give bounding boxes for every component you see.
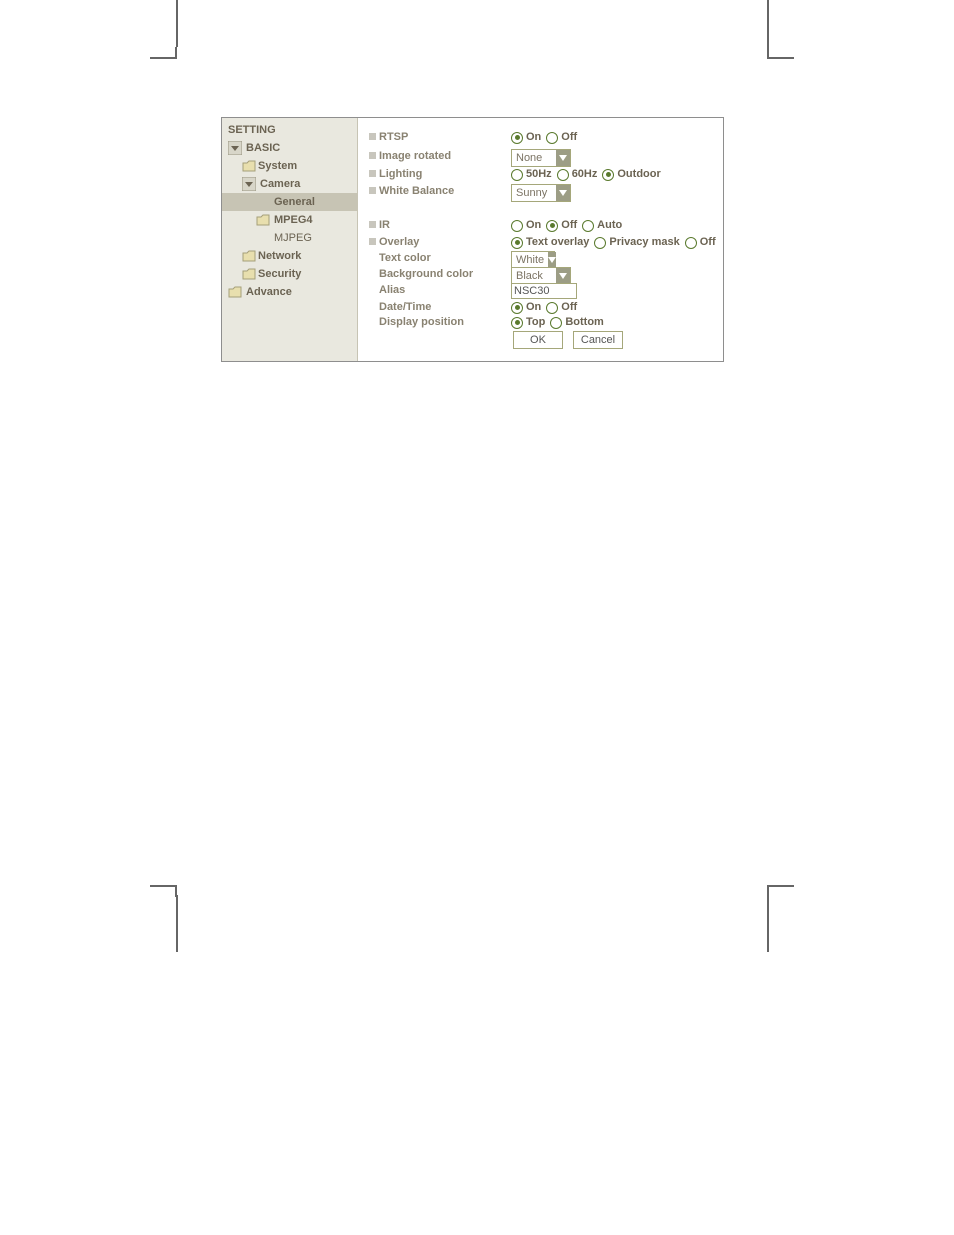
collapse-icon[interactable] bbox=[228, 141, 242, 155]
folder-icon bbox=[242, 249, 256, 263]
datetime-on-radio[interactable]: On bbox=[511, 300, 541, 315]
sidebar-system-label: System bbox=[258, 157, 297, 175]
lighting-outdoor-radio[interactable]: Outdoor bbox=[602, 167, 660, 182]
text-color-label: Text color bbox=[379, 251, 509, 266]
sidebar-advance-label: Advance bbox=[246, 283, 292, 301]
sidebar-item-advance[interactable]: Advance bbox=[222, 283, 357, 301]
sidebar-security-label: Security bbox=[258, 265, 301, 283]
datetime-off-radio[interactable]: Off bbox=[546, 300, 577, 315]
chevron-down-icon bbox=[548, 252, 556, 268]
chevron-down-icon bbox=[556, 150, 570, 166]
bg-color-label: Background color bbox=[379, 267, 509, 282]
overlay-label: Overlay bbox=[369, 235, 499, 250]
sidebar-basic-label: BASIC bbox=[246, 139, 280, 157]
rtsp-on-radio[interactable]: On bbox=[511, 130, 541, 145]
sidebar-network-label: Network bbox=[258, 247, 301, 265]
position-top-radio[interactable]: Top bbox=[511, 315, 545, 330]
settings-panel: SETTING BASIC System Camera General bbox=[221, 117, 724, 362]
sidebar-mjpeg-label: MJPEG bbox=[274, 229, 312, 247]
overlay-text-radio[interactable]: Text overlay bbox=[511, 235, 589, 250]
folder-icon bbox=[242, 159, 256, 173]
sidebar-camera-label: Camera bbox=[260, 175, 300, 193]
rtsp-label: RTSP bbox=[369, 130, 499, 145]
sidebar-item-camera[interactable]: Camera bbox=[222, 175, 357, 193]
overlay-privacy-radio[interactable]: Privacy mask bbox=[594, 235, 679, 250]
sidebar-item-security[interactable]: Security bbox=[222, 265, 357, 283]
lighting-label: Lighting bbox=[369, 167, 499, 182]
white-balance-select[interactable]: Sunny bbox=[511, 184, 571, 202]
sidebar-item-basic[interactable]: BASIC bbox=[222, 139, 357, 157]
chevron-down-icon bbox=[556, 268, 570, 284]
sidebar-item-general[interactable]: General bbox=[222, 193, 357, 211]
sidebar-general-label: General bbox=[274, 193, 315, 211]
content-area: RTSP On Off Image rotated None Lighting … bbox=[358, 118, 723, 361]
sidebar-title: SETTING bbox=[222, 118, 357, 139]
ir-auto-radio[interactable]: Auto bbox=[582, 218, 622, 233]
lighting-60hz-radio[interactable]: 60Hz bbox=[557, 167, 598, 182]
rtsp-off-radio[interactable]: Off bbox=[546, 130, 577, 145]
ir-off-radio[interactable]: Off bbox=[546, 218, 577, 233]
white-balance-label: White Balance bbox=[369, 184, 499, 199]
folder-icon bbox=[242, 267, 256, 281]
cancel-button[interactable]: Cancel bbox=[573, 331, 623, 349]
sidebar-item-system[interactable]: System bbox=[222, 157, 357, 175]
sidebar: SETTING BASIC System Camera General bbox=[222, 118, 358, 361]
sidebar-item-network[interactable]: Network bbox=[222, 247, 357, 265]
ok-button[interactable]: OK bbox=[513, 331, 563, 349]
folder-icon bbox=[228, 285, 242, 299]
datetime-label: Date/Time bbox=[379, 300, 509, 315]
alias-input[interactable] bbox=[511, 283, 577, 299]
alias-label: Alias bbox=[379, 283, 509, 298]
sidebar-mpeg4-label: MPEG4 bbox=[274, 211, 313, 229]
position-label: Display position bbox=[379, 315, 509, 330]
overlay-off-radio[interactable]: Off bbox=[685, 235, 716, 250]
image-rotated-label: Image rotated bbox=[369, 149, 499, 164]
position-bottom-radio[interactable]: Bottom bbox=[550, 315, 604, 330]
image-rotated-select[interactable]: None bbox=[511, 149, 571, 167]
ir-label: IR bbox=[369, 218, 499, 233]
sidebar-item-mjpeg[interactable]: MJPEG bbox=[222, 229, 357, 247]
folder-icon bbox=[256, 213, 270, 227]
collapse-icon[interactable] bbox=[242, 177, 256, 191]
ir-on-radio[interactable]: On bbox=[511, 218, 541, 233]
sidebar-item-mpeg4[interactable]: MPEG4 bbox=[222, 211, 357, 229]
lighting-50hz-radio[interactable]: 50Hz bbox=[511, 167, 552, 182]
chevron-down-icon bbox=[556, 185, 570, 201]
